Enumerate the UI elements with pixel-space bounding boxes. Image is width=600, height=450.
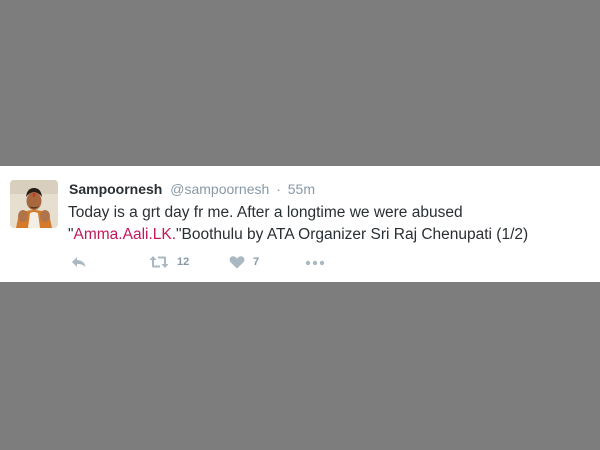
separator-dot: · — [276, 181, 281, 197]
tweet-link[interactable]: Amma.Aali.LK. — [74, 226, 177, 243]
username-handle[interactable]: @sampoornesh — [170, 181, 269, 197]
tweet-text-line-2: "Amma.Aali.LK."Boothulu by ATA Organizer… — [68, 224, 593, 246]
like-count: 7 — [253, 256, 260, 268]
tweet-text-line-1: Today is a grt day fr me. After a longti… — [68, 204, 463, 221]
tweet-text-rest: "Boothulu by ATA Organizer Sri Raj Chenu… — [176, 226, 529, 243]
like-button[interactable]: 7 — [228, 253, 259, 271]
retweet-button[interactable]: 12 — [148, 253, 189, 271]
tweet-text: Today is a grt day fr me. After a longti… — [68, 202, 593, 246]
tweet-actions: 12 7 — [68, 253, 368, 275]
reply-icon — [72, 257, 86, 267]
more-icon — [305, 260, 325, 266]
tweet-card[interactable]: Sampoornesh @sampoornesh · 55m Today is … — [0, 166, 600, 282]
heart-icon — [229, 256, 245, 269]
timestamp[interactable]: 55m — [288, 181, 315, 197]
reply-button[interactable] — [70, 253, 88, 271]
more-button[interactable] — [304, 253, 326, 271]
tweet-header: Sampoornesh @sampoornesh · 55m — [69, 181, 315, 197]
retweet-count: 12 — [177, 256, 190, 268]
avatar-image — [10, 180, 58, 228]
display-name[interactable]: Sampoornesh — [69, 181, 162, 197]
retweet-icon — [149, 256, 169, 268]
avatar[interactable] — [10, 180, 58, 228]
